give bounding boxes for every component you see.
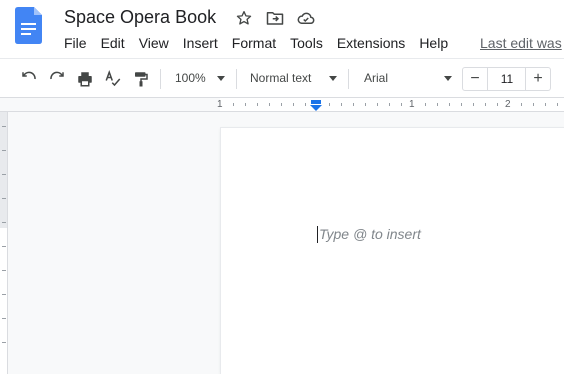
ruler-tick: [425, 103, 426, 106]
menu-file[interactable]: File: [57, 34, 94, 54]
font-select[interactable]: Arial: [364, 71, 388, 85]
paragraph-style-select[interactable]: Normal text: [250, 71, 311, 85]
zoom-select[interactable]: 100%: [175, 71, 206, 85]
toolbar: 100% Normal text Arial − 11 +: [0, 58, 564, 98]
decrease-font-size-button[interactable]: −: [463, 68, 488, 90]
ruler-tick: [473, 103, 474, 106]
font-dropdown-caret-icon[interactable]: [444, 76, 452, 81]
document-title[interactable]: Space Opera Book: [64, 7, 216, 28]
toolbar-separator: [348, 69, 349, 89]
ruler-page-area: [220, 98, 564, 111]
ruler-tick: [437, 103, 438, 106]
star-icon[interactable]: [234, 8, 253, 27]
ruler-tick: [2, 174, 6, 175]
menu-edit[interactable]: Edit: [94, 34, 132, 54]
header: Space Opera Book File Edit View Insert F…: [0, 0, 564, 58]
ruler-tick: [2, 294, 6, 295]
toolbar-separator: [160, 69, 161, 89]
ruler-tick: [257, 103, 258, 106]
ruler-tick: [497, 103, 498, 106]
ruler-tick: [293, 103, 294, 106]
ruler-tick: [449, 103, 450, 106]
redo-icon[interactable]: [46, 68, 68, 90]
ruler-tick: [521, 103, 522, 106]
vertical-ruler-margin: [0, 112, 7, 228]
document-page[interactable]: [221, 128, 564, 374]
ruler-tick: [365, 103, 366, 106]
menu-format[interactable]: Format: [225, 34, 283, 54]
print-icon[interactable]: [74, 68, 96, 90]
ruler-tick: [2, 318, 6, 319]
increase-font-size-button[interactable]: +: [525, 68, 550, 90]
menu-insert[interactable]: Insert: [176, 34, 225, 54]
title-icons: [234, 8, 315, 27]
font-size-input[interactable]: 11: [487, 68, 527, 90]
menu-bar: File Edit View Insert Format Tools Exten…: [57, 34, 455, 54]
ruler-label: 1: [409, 99, 415, 110]
paint-format-icon[interactable]: [130, 68, 152, 90]
ruler-tick: [2, 342, 6, 343]
ruler-label: 2: [505, 99, 511, 110]
ruler-tick: [281, 103, 282, 106]
editor-placeholder[interactable]: Type @ to insert: [319, 226, 421, 242]
menu-extensions[interactable]: Extensions: [330, 34, 412, 54]
ruler-tick: [2, 198, 6, 199]
vertical-ruler[interactable]: [0, 112, 8, 374]
ruler-tick: [557, 103, 558, 106]
ruler-tick: [377, 103, 378, 106]
menu-view[interactable]: View: [132, 34, 176, 54]
toolbar-separator: [236, 69, 237, 89]
ruler-tick: [389, 103, 390, 106]
menu-help[interactable]: Help: [412, 34, 455, 54]
spellcheck-icon[interactable]: [102, 68, 124, 90]
ruler-tick: [461, 103, 462, 106]
ruler-tick: [545, 103, 546, 106]
zoom-dropdown-caret-icon[interactable]: [217, 76, 225, 81]
ruler-tick: [533, 103, 534, 106]
menu-tools[interactable]: Tools: [283, 34, 330, 54]
ruler-tick: [2, 246, 6, 247]
indent-marker-icon[interactable]: [310, 99, 322, 111]
ruler-tick: [2, 126, 6, 127]
move-folder-icon[interactable]: [265, 8, 284, 27]
ruler-tick: [2, 222, 6, 223]
ruler-tick: [329, 103, 330, 106]
cloud-status-icon[interactable]: [296, 8, 315, 27]
ruler-tick: [341, 103, 342, 106]
undo-icon[interactable]: [18, 68, 40, 90]
docs-icon[interactable]: [15, 7, 42, 44]
ruler-tick: [245, 103, 246, 106]
ruler-tick: [2, 270, 6, 271]
ruler-tick: [233, 103, 234, 106]
text-cursor: [317, 226, 318, 243]
last-edit-link[interactable]: Last edit was: [480, 35, 562, 51]
ruler-tick: [305, 103, 306, 106]
ruler-label: 1: [217, 99, 223, 110]
ruler-tick: [2, 150, 6, 151]
ruler-tick: [269, 103, 270, 106]
horizontal-ruler[interactable]: 1 1 2: [0, 98, 564, 112]
font-size-stepper: − 11 +: [462, 67, 551, 91]
ruler-tick: [401, 103, 402, 106]
ruler-tick: [485, 103, 486, 106]
ruler-tick: [353, 103, 354, 106]
style-dropdown-caret-icon[interactable]: [329, 76, 337, 81]
